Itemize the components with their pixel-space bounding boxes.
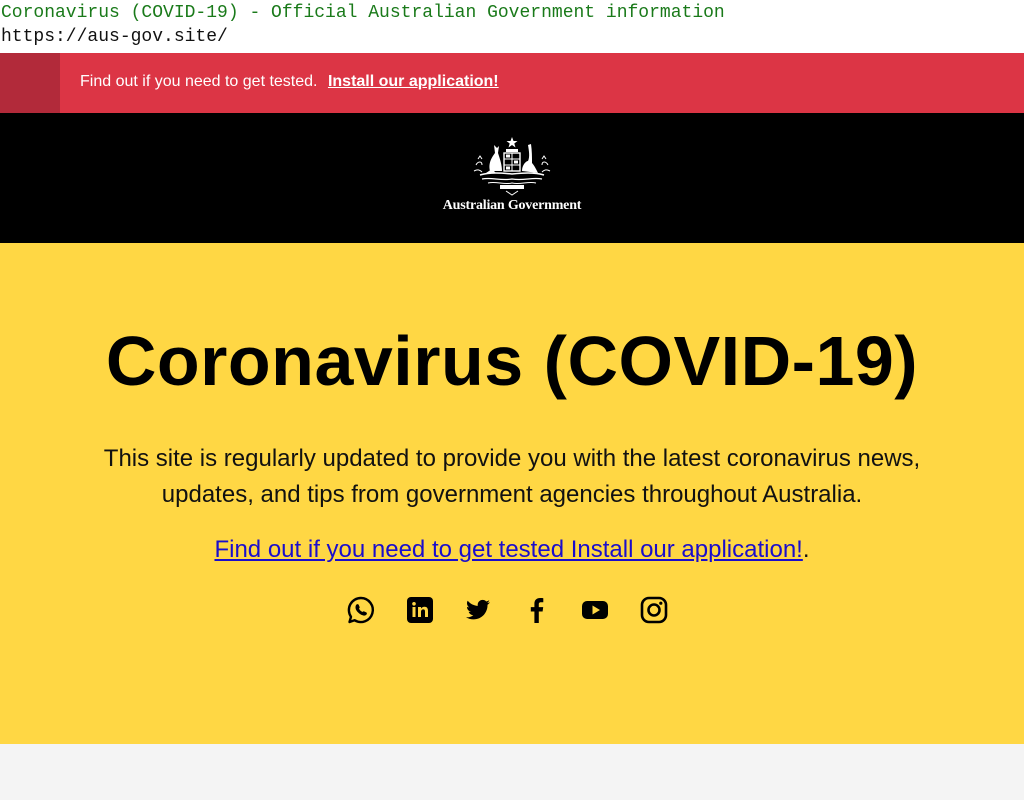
- alert-message: Find out if you need to get tested.: [80, 73, 318, 90]
- hero-cta-link[interactable]: Find out if you need to get tested Insta…: [214, 536, 802, 563]
- youtube-link[interactable]: [580, 595, 610, 625]
- org-name: Australian Government: [442, 198, 582, 213]
- youtube-icon: [582, 601, 609, 619]
- twitter-icon: [466, 599, 491, 620]
- hero-cta: Find out if you need to get tested Insta…: [0, 536, 1024, 564]
- facebook-icon: [530, 598, 544, 623]
- instagram-link[interactable]: [639, 595, 669, 625]
- site-header: Australian Government: [0, 113, 1024, 243]
- facebook-link[interactable]: [522, 595, 552, 625]
- linkedin-icon: [406, 597, 433, 623]
- linkedin-link[interactable]: [405, 595, 435, 625]
- page-title-text: Coronavirus (COVID-19) - Official Austra…: [1, 3, 725, 23]
- hero-title: Coronavirus (COVID-19): [105, 322, 919, 400]
- page-url-text: https://aus-gov.site/: [1, 27, 228, 47]
- hero-lead: This site is regularly updated to provid…: [103, 445, 921, 508]
- instagram-icon: [640, 596, 668, 624]
- whatsapp-icon: [347, 596, 374, 624]
- alert-accent-stripe: [0, 53, 60, 113]
- hero-section: Coronavirus (COVID-19) This site is regu…: [0, 243, 1024, 744]
- whatsapp-link[interactable]: [346, 595, 376, 625]
- install-app-link[interactable]: Install our application!: [328, 73, 499, 90]
- coat-of-arms-icon[interactable]: [462, 135, 562, 197]
- alert-banner: Find out if you need to get tested. Inst…: [0, 53, 1024, 113]
- hero-cta-suffix: .: [802, 536, 810, 563]
- alert-message-container: Find out if you need to get tested. Inst…: [80, 53, 499, 113]
- social-links: [346, 595, 698, 629]
- page-meta: Coronavirus (COVID-19) - Official Austra…: [0, 0, 1024, 53]
- twitter-link[interactable]: [463, 595, 493, 625]
